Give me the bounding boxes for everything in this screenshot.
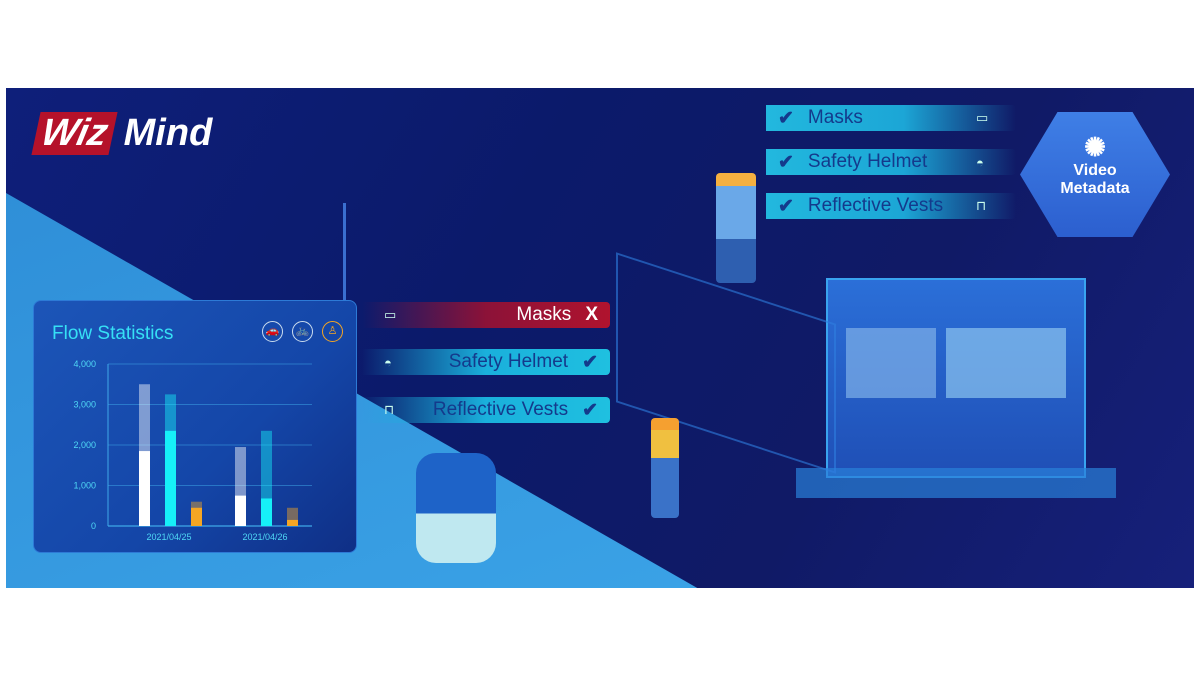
flow-chart: 0 1,000 2,000 3,000 4,000 2021/04/25 2021/04/2… <box>73 359 312 542</box>
bar-value <box>139 451 150 526</box>
worker-figure <box>651 418 679 518</box>
video-metadata-badge: ✺ Video Metadata <box>1020 112 1170 237</box>
tag-helmet-pass: ✔ Safety Helmet ◓ <box>766 149 1016 175</box>
bar-value <box>287 519 298 526</box>
check-icon: ✔ <box>582 351 598 373</box>
tag-vest-pass: ✔ Reflective Vests ⊓ <box>766 193 1016 219</box>
y-tick-label: 1,000 <box>73 481 96 491</box>
bar-value <box>191 507 202 526</box>
tag-masks-fail: ▭ Masks X <box>362 302 610 328</box>
x-icon: X <box>585 304 598 325</box>
check-icon: ✔ <box>778 195 794 217</box>
tag-masks-pass: ✔ Masks ▭ <box>766 105 1016 131</box>
mask-icon: ▭ <box>976 110 989 125</box>
mask-icon: ▭ <box>384 307 397 322</box>
helmet-icon: ◓ <box>976 154 984 170</box>
y-tick-label: 2,000 <box>73 440 96 450</box>
helmet-icon: ◓ <box>384 354 392 370</box>
wizmind-logo: Wiz Mind <box>31 112 212 155</box>
scooter-rider <box>416 453 496 563</box>
check-icon: ✔ <box>778 151 794 173</box>
x-tick-label: 2021/04/26 <box>242 532 287 542</box>
tag-vest-pass: ⊓ Reflective Vests ✔ <box>362 397 610 423</box>
y-tick-label: 0 <box>91 521 96 531</box>
check-icon: ✔ <box>778 107 794 129</box>
worker-figure <box>716 173 756 283</box>
bar-value <box>235 495 246 526</box>
turnstile-gates <box>616 252 836 474</box>
y-tick-label: 3,000 <box>73 400 96 410</box>
vest-icon: ⊓ <box>976 198 987 213</box>
y-tick-label: 4,000 <box>73 359 96 369</box>
bar-value <box>261 498 272 526</box>
x-tick-label: 2021/04/25 <box>146 532 191 542</box>
bar-value <box>165 430 176 526</box>
web-icon: ✺ <box>1084 132 1106 162</box>
check-icon: ✔ <box>582 399 598 421</box>
tag-helmet-pass: ◓ Safety Helmet ✔ <box>362 349 610 375</box>
flow-statistics-panel: Flow Statistics 🚗 🚲 ♙ 0 1,000 2,000 3,000 4,… <box>33 300 357 553</box>
vest-icon: ⊓ <box>384 402 395 417</box>
guard-booth <box>796 238 1126 498</box>
